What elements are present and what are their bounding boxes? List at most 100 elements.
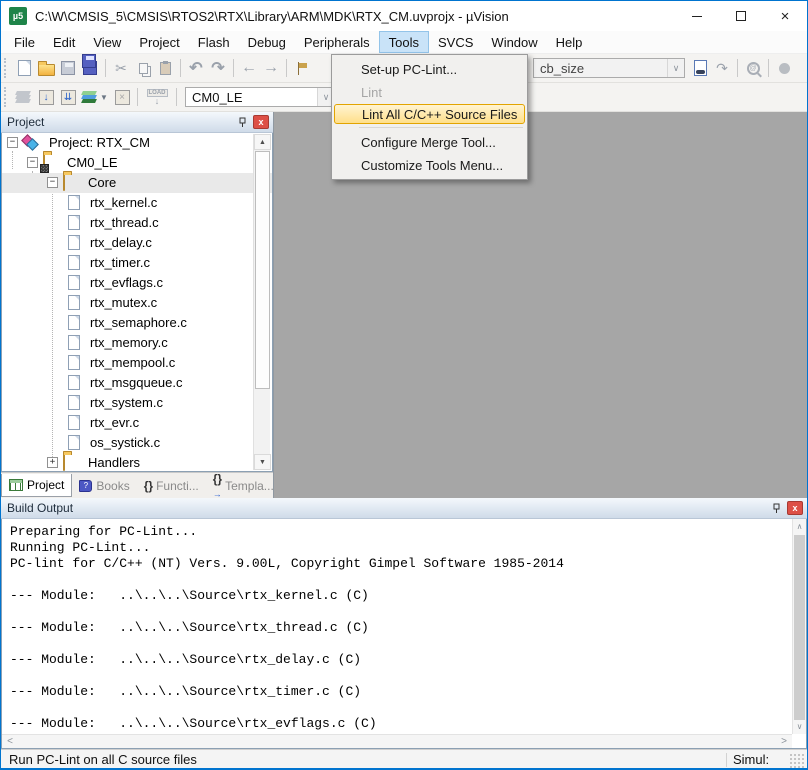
- stop-build-button[interactable]: ×: [111, 86, 133, 108]
- build-output-vscrollbar[interactable]: ∧ ∨: [792, 519, 806, 734]
- scrollbar-thumb[interactable]: [794, 535, 805, 720]
- navigate-back-button[interactable]: ←: [238, 57, 260, 79]
- search-button[interactable]: @: [742, 57, 764, 79]
- scroll-down-icon[interactable]: ▼: [254, 454, 271, 470]
- maximize-button[interactable]: [719, 1, 763, 31]
- project-tree-scrollbar[interactable]: ▲ ▼: [253, 134, 270, 470]
- collapse-icon[interactable]: −: [7, 137, 18, 148]
- menu-debug[interactable]: Debug: [239, 31, 295, 53]
- navigate-forward-button[interactable]: →: [260, 57, 282, 79]
- scrollbar-thumb[interactable]: [255, 151, 270, 389]
- batch-build-caret-icon[interactable]: ▼: [100, 93, 108, 102]
- incremental-find-icon: ↷: [716, 60, 728, 77]
- pin-icon: [237, 117, 248, 128]
- toolbar-grip[interactable]: [4, 87, 7, 107]
- toolbar-grip[interactable]: [4, 58, 7, 78]
- tree-item-rtx-semaphore[interactable]: rtx_semaphore.c: [2, 313, 272, 333]
- tree-item-rtx-msgqueue[interactable]: rtx_msgqueue.c: [2, 373, 272, 393]
- tree-item-rtx-memory[interactable]: rtx_memory.c: [2, 333, 272, 353]
- collapse-icon[interactable]: −: [27, 157, 38, 168]
- batch-build-button[interactable]: ▼: [79, 86, 111, 108]
- translate-icon: [16, 91, 32, 103]
- scroll-left-icon[interactable]: <: [3, 735, 17, 748]
- menu-flash[interactable]: Flash: [189, 31, 239, 53]
- tree-item-handlers[interactable]: + Handlers: [2, 453, 272, 472]
- tree-item-core[interactable]: − Core: [2, 173, 272, 193]
- scroll-down-icon[interactable]: ∨: [793, 720, 806, 733]
- tree-item-rtx-system[interactable]: rtx_system.c: [2, 393, 272, 413]
- tree-item-rtx-mutex[interactable]: rtx_mutex.c: [2, 293, 272, 313]
- tab-templates[interactable]: {}→ Templa...: [206, 474, 281, 497]
- build-output-text: Preparing for PC-Lint... Running PC-Lint…: [2, 519, 806, 737]
- resize-grip[interactable]: [789, 753, 805, 769]
- open-file-button[interactable]: [35, 57, 57, 79]
- redo-button[interactable]: ↷: [207, 57, 229, 79]
- find-in-files-button[interactable]: [689, 57, 711, 79]
- undo-button[interactable]: ↶: [185, 57, 207, 79]
- bookmark-button[interactable]: [291, 57, 313, 79]
- scroll-right-icon[interactable]: >: [777, 735, 791, 748]
- file-icon: [68, 315, 80, 330]
- scroll-up-icon[interactable]: ∧: [793, 520, 806, 533]
- expand-icon[interactable]: +: [47, 457, 58, 468]
- tree-item-cm0-le[interactable]: − CM0_LE: [2, 153, 272, 173]
- tree-item-rtx-evflags[interactable]: rtx_evflags.c: [2, 273, 272, 293]
- tree-item-rtx-timer[interactable]: rtx_timer.c: [2, 253, 272, 273]
- target-selector-combobox[interactable]: CM0_LE ∨: [185, 87, 335, 107]
- build-output-hscrollbar[interactable]: < >: [2, 734, 792, 748]
- pin-button[interactable]: [234, 115, 250, 130]
- tree-item-os-systick[interactable]: os_systick.c: [2, 433, 272, 453]
- status-message: Run PC-Lint on all C source files: [1, 752, 726, 767]
- save-all-button[interactable]: [79, 57, 101, 79]
- find-combobox-arrow-icon[interactable]: ∨: [667, 59, 684, 77]
- breakpoint-button[interactable]: [773, 57, 795, 79]
- maximize-icon: [736, 11, 746, 21]
- menu-file[interactable]: File: [5, 31, 44, 53]
- menu-project[interactable]: Project: [130, 31, 188, 53]
- back-arrow-icon: ←: [241, 59, 257, 77]
- project-panel-close-button[interactable]: x: [253, 115, 269, 129]
- menu-svcs[interactable]: SVCS: [429, 31, 482, 53]
- translate-button[interactable]: [13, 86, 35, 108]
- build-output-close-button[interactable]: x: [787, 501, 803, 515]
- tree-item-rtx-delay[interactable]: rtx_delay.c: [2, 233, 272, 253]
- close-button[interactable]: ×: [763, 1, 807, 31]
- incremental-find-button[interactable]: ↷: [711, 57, 733, 79]
- toolbar-separator: [176, 88, 177, 106]
- menu-edit[interactable]: Edit: [44, 31, 84, 53]
- tab-books[interactable]: ? Books: [72, 474, 136, 497]
- menu-item-configure-merge-tool[interactable]: Configure Merge Tool...: [334, 131, 525, 153]
- tree-item-rtx-thread[interactable]: rtx_thread.c: [2, 213, 272, 233]
- menu-window[interactable]: Window: [482, 31, 546, 53]
- rebuild-button[interactable]: ⇊: [57, 86, 79, 108]
- paste-button[interactable]: [154, 57, 176, 79]
- cut-button[interactable]: ✂: [110, 57, 132, 79]
- menu-item-lint-all-sources[interactable]: Lint All C/C++ Source Files: [334, 104, 525, 124]
- tab-functions[interactable]: {} Functi...: [137, 474, 206, 497]
- minimize-button[interactable]: [675, 1, 719, 31]
- menu-item-customize-tools-menu[interactable]: Customize Tools Menu...: [334, 154, 525, 176]
- find-combobox[interactable]: cb_size ∨: [533, 58, 685, 78]
- save-all-icon-2: [82, 54, 96, 68]
- tree-item-project-root[interactable]: − Project: RTX_CM: [2, 133, 272, 153]
- collapse-icon[interactable]: −: [47, 177, 58, 188]
- menu-view[interactable]: View: [84, 31, 130, 53]
- uvision-logo-icon: µ5: [9, 7, 27, 25]
- file-icon: [68, 275, 80, 290]
- menu-item-setup-pc-lint[interactable]: Set-up PC-Lint...: [334, 58, 525, 80]
- scroll-up-icon[interactable]: ▲: [254, 134, 271, 150]
- save-button[interactable]: [57, 57, 79, 79]
- download-button[interactable]: LOAD ↓: [142, 86, 172, 108]
- build-button[interactable]: ↓: [35, 86, 57, 108]
- tree-item-rtx-kernel[interactable]: rtx_kernel.c: [2, 193, 272, 213]
- menu-tools[interactable]: Tools: [379, 31, 429, 53]
- tree-item-rtx-mempool[interactable]: rtx_mempool.c: [2, 353, 272, 373]
- menu-peripherals[interactable]: Peripherals: [295, 31, 379, 53]
- new-file-button[interactable]: [13, 57, 35, 79]
- pin-button[interactable]: [768, 501, 784, 516]
- file-icon: [68, 255, 80, 270]
- tab-project[interactable]: Project: [1, 474, 72, 497]
- copy-button[interactable]: [132, 57, 154, 79]
- tree-item-rtx-evr[interactable]: rtx_evr.c: [2, 413, 272, 433]
- menu-help[interactable]: Help: [547, 31, 592, 53]
